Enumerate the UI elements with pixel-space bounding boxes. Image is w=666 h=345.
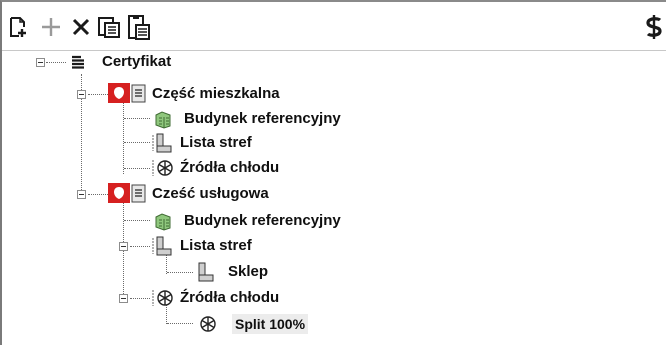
dollar-icon	[646, 15, 662, 39]
tree-node-label-selected: Split 100%	[232, 314, 309, 334]
tree-line	[124, 142, 150, 143]
zone-icon	[196, 262, 216, 282]
paste-button[interactable]	[126, 12, 152, 42]
copy-button[interactable]	[96, 12, 122, 42]
tree-line	[130, 246, 150, 247]
tree-node-label: Budynek referencyjny	[184, 110, 341, 127]
tree-line	[88, 94, 108, 95]
tree-node-reference-building[interactable]: Budynek referencyjny	[152, 107, 341, 131]
tree-node-label: Certyfikat	[102, 53, 172, 70]
tree-line	[123, 100, 124, 174]
dollar-button[interactable]	[642, 12, 666, 42]
document-list-icon	[68, 55, 88, 69]
copy-icon	[98, 17, 120, 38]
collapse-toggle[interactable]	[77, 90, 86, 99]
collapse-toggle[interactable]	[36, 58, 45, 67]
tree-node-label: Źródła chłodu	[180, 159, 280, 176]
tree-line	[124, 220, 150, 221]
tree-node-label: Sklep	[228, 263, 269, 280]
snowflake-icon	[150, 158, 174, 178]
collapse-toggle[interactable]	[119, 294, 128, 303]
tree-line	[167, 272, 193, 273]
tree-node-reference-building[interactable]: Budynek referencyjny	[152, 209, 341, 233]
building-icon	[152, 211, 174, 231]
new-document-icon	[10, 17, 26, 37]
tree-node-root[interactable]: Certyfikat	[68, 50, 171, 74]
paste-icon	[128, 15, 150, 40]
building-icon	[152, 109, 174, 129]
tree-line	[46, 62, 66, 63]
tree-node-label: Lista stref	[180, 134, 252, 151]
tree-node-label: Źródła chłodu	[180, 289, 280, 306]
tree-node-zone-list[interactable]: Lista stref	[150, 131, 252, 155]
delete-icon	[72, 18, 90, 36]
tree-line	[88, 194, 108, 195]
flag-section-icon	[108, 183, 146, 205]
tree-node-label: Cześć usługowa	[152, 185, 269, 202]
tree-line	[167, 323, 193, 324]
tree-node-cooling-sources[interactable]: Źródła chłodu	[150, 156, 279, 180]
project-tree: Certyfikat Część mieszkalna Budynek refe…	[0, 52, 666, 345]
add-button[interactable]	[38, 12, 64, 42]
tree-node-label: Część mieszkalna	[152, 85, 280, 102]
tree-node-cooling-sources[interactable]: Źródła chłodu	[150, 286, 279, 310]
delete-button[interactable]	[68, 12, 94, 42]
add-icon	[42, 18, 60, 36]
zone-list-icon	[150, 235, 174, 257]
tree-node-label: Budynek referencyjny	[184, 212, 341, 229]
tree-line	[124, 168, 150, 169]
new-document-button[interactable]	[6, 12, 32, 42]
collapse-toggle[interactable]	[77, 190, 86, 199]
flag-section-icon	[108, 83, 146, 105]
tree-node-zone-list[interactable]: Lista stref	[150, 234, 252, 258]
tree-line	[130, 298, 150, 299]
snowflake-icon	[198, 315, 218, 333]
tree-node-section-residential[interactable]: Część mieszkalna	[108, 82, 280, 106]
tree-line	[124, 118, 150, 119]
tree-node-label: Lista stref	[180, 237, 252, 254]
toolbar	[2, 2, 666, 50]
zone-list-icon	[150, 132, 174, 154]
tree-node-split[interactable]: Split 100%	[198, 312, 309, 336]
collapse-toggle[interactable]	[119, 242, 128, 251]
snowflake-icon	[150, 288, 174, 308]
tree-node-section-service[interactable]: Cześć usługowa	[108, 182, 269, 206]
tree-node-zone[interactable]: Sklep	[196, 260, 268, 284]
